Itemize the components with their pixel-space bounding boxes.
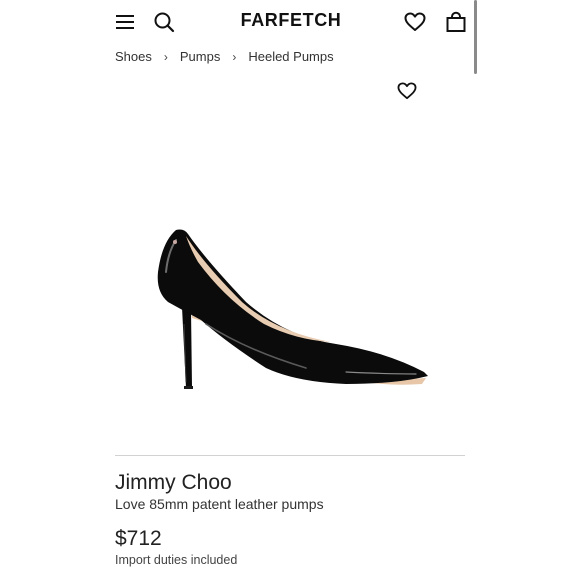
breadcrumb-item-shoes[interactable]: Shoes <box>115 49 152 64</box>
menu-icon[interactable] <box>113 10 137 34</box>
product-page: FARFETCH Shoes › Pumps › Heeled Pumps Ji… <box>101 0 479 580</box>
breadcrumb-item-pumps[interactable]: Pumps <box>180 49 220 64</box>
product-price: $712 <box>115 527 162 550</box>
add-to-wishlist-heart-icon[interactable] <box>396 80 418 102</box>
search-icon[interactable] <box>152 10 176 34</box>
breadcrumb-item-heeled-pumps[interactable]: Heeled Pumps <box>248 49 333 64</box>
breadcrumb: Shoes › Pumps › Heeled Pumps <box>115 49 334 64</box>
farfetch-logo[interactable]: FARFETCH <box>221 10 361 31</box>
product-name: Love 85mm patent leather pumps <box>115 496 324 512</box>
wishlist-heart-icon[interactable] <box>403 10 427 34</box>
section-divider <box>115 455 465 456</box>
import-duties-note: Import duties included <box>115 553 238 567</box>
top-nav-bar: FARFETCH <box>101 0 479 42</box>
product-image[interactable] <box>146 212 436 402</box>
product-brand[interactable]: Jimmy Choo <box>115 471 232 495</box>
scrollbar[interactable] <box>474 0 477 74</box>
breadcrumb-separator: › <box>163 49 168 64</box>
breadcrumb-separator: › <box>232 49 237 64</box>
shopping-bag-icon[interactable] <box>444 10 468 34</box>
